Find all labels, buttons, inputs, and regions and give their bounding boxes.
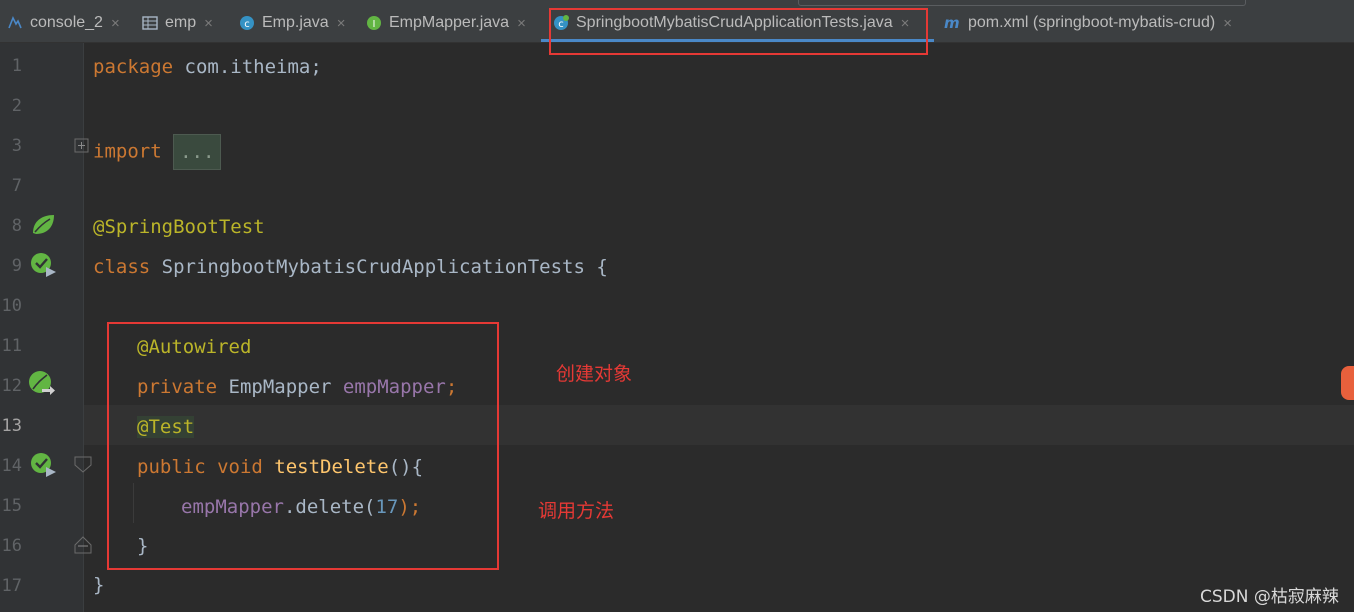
line-number: 2 — [11, 96, 22, 116]
line-number: 3 — [11, 136, 22, 156]
search-everywhere-box[interactable] — [798, 0, 1246, 6]
keyword: package — [93, 56, 174, 78]
navigate-to-bean-icon[interactable] — [28, 370, 56, 396]
fold-expand-icon[interactable] — [74, 138, 90, 154]
run-test-class-icon[interactable] — [30, 252, 58, 278]
fold-collapse-icon[interactable] — [74, 456, 92, 474]
keyword: import — [93, 140, 162, 163]
code-line-17[interactable]: } — [93, 573, 104, 597]
spring-bean-icon[interactable] — [30, 213, 56, 237]
line-number: 1 — [11, 56, 22, 76]
tab-label: Emp.java — [262, 14, 329, 31]
svg-text:m: m — [944, 15, 960, 31]
tab-empmapper-java[interactable]: I EmpMapper.java × — [365, 8, 526, 38]
tab-pom-xml[interactable]: m pom.xml (springboot-mybatis-crud) × — [944, 8, 1232, 38]
line-number: 16 — [1, 536, 22, 556]
plugin-badge-icon[interactable] — [1341, 366, 1354, 400]
interface-icon: I — [365, 14, 383, 32]
line-number: 15 — [1, 496, 22, 516]
tab-emp[interactable]: emp × — [141, 8, 213, 38]
package-name: com.itheima; — [173, 56, 322, 78]
run-test-method-icon[interactable] — [30, 452, 58, 478]
code-highlight-box — [107, 322, 499, 570]
watermark: CSDN @枯寂麻辣 — [1200, 587, 1339, 607]
gutter-divider — [83, 43, 84, 612]
code-line-8[interactable]: @SpringBootTest — [93, 215, 265, 239]
fold-end-icon[interactable] — [74, 534, 92, 554]
code-line-3[interactable]: import ... — [93, 134, 222, 170]
tab-console-2[interactable]: console_2 × — [6, 8, 120, 38]
class-icon: c — [238, 14, 256, 32]
closing-brace: } — [93, 574, 105, 596]
close-icon[interactable]: × — [517, 15, 526, 32]
folded-imports[interactable]: ... — [173, 134, 222, 170]
line-number: 9 — [11, 256, 22, 276]
tab-label: emp — [165, 14, 197, 31]
editor-gutter — [0, 43, 83, 612]
keyword: class — [93, 256, 151, 278]
line-number: 17 — [1, 576, 22, 596]
tab-label: console_2 — [30, 14, 103, 31]
svg-text:c: c — [244, 19, 250, 30]
line-number: 12 — [1, 376, 22, 396]
line-number: 10 — [1, 296, 22, 316]
line-number: 11 — [1, 336, 22, 356]
code-line-1[interactable]: package com.itheima; — [93, 55, 322, 79]
line-number: 8 — [11, 216, 22, 236]
table-icon — [141, 14, 159, 32]
line-number: 14 — [1, 456, 22, 476]
close-icon[interactable]: × — [111, 15, 120, 32]
console-icon — [6, 14, 24, 32]
tab-label: pom.xml (springboot-mybatis-crud) — [968, 14, 1216, 31]
close-icon[interactable]: × — [337, 15, 346, 32]
class-declaration: SpringbootMybatisCrudApplicationTests { — [150, 256, 608, 278]
code-line-9[interactable]: class SpringbootMybatisCrudApplicationTe… — [93, 255, 608, 279]
note-call-method: 调用方法 — [538, 500, 615, 522]
annotation: @SpringBootTest — [93, 216, 265, 238]
active-tab-highlight-box — [549, 8, 928, 55]
line-number: 7 — [11, 176, 22, 196]
close-icon[interactable]: × — [204, 15, 213, 32]
svg-text:I: I — [373, 19, 376, 30]
maven-icon: m — [944, 14, 962, 32]
tab-label: EmpMapper.java — [389, 14, 510, 31]
close-icon[interactable]: × — [1223, 15, 1232, 32]
note-create-object: 创建对象 — [556, 363, 633, 385]
tab-emp-java[interactable]: c Emp.java × — [238, 8, 345, 38]
line-number-current: 13 — [1, 416, 22, 436]
